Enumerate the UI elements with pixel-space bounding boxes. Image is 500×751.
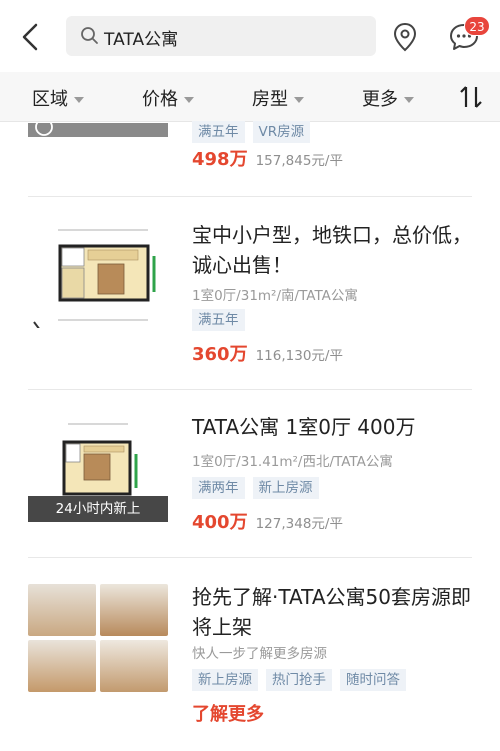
filter-bar: 区域 价格 房型 更多 <box>0 72 500 122</box>
unit-price: 127,348元/平 <box>255 516 343 532</box>
unit-price: 157,845元/平 <box>255 153 343 169</box>
chevron-down-icon <box>184 97 194 103</box>
listing-tags: 满五年 <box>192 309 253 331</box>
top-bar: TATA公寓 23 <box>0 0 500 72</box>
location-pin-icon[interactable] <box>392 22 418 52</box>
tag: VR房源 <box>252 121 311 143</box>
tag: 新上房源 <box>192 669 258 691</box>
listing-title: 宝中小户型，地铁口，总价低，诚心出售！ <box>192 223 472 277</box>
tag: 热门抢手 <box>266 669 332 691</box>
listing-card[interactable]: 24小时内新上 TATA公寓 1室0厅 400万 1室0厅/31.41m²/西北… <box>0 390 500 558</box>
filter-more-label: 更多 <box>362 89 398 110</box>
filter-room-type[interactable]: 房型 <box>252 85 304 111</box>
promo-photo-grid <box>28 584 168 692</box>
filter-area[interactable]: 区域 <box>32 85 84 111</box>
promo-photo <box>28 640 96 692</box>
sort-icon[interactable] <box>458 84 484 110</box>
listing-card[interactable]: 宝中小户型，地铁口，总价低，诚心出售！ 1室0厅/31m²/南/TATA公寓 满… <box>0 198 500 390</box>
listing-meta: 1室0厅/31m²/南/TATA公寓 <box>192 288 358 304</box>
new-listing-badge: 24小时内新上 <box>28 496 168 522</box>
search-text: TATA公寓 <box>104 30 179 50</box>
floor-plan-image <box>28 220 168 328</box>
listing-meta: 1室0厅/31.41m²/西北/TATA公寓 <box>192 454 393 470</box>
total-price: 400万 <box>192 512 248 533</box>
filter-area-label: 区域 <box>32 89 68 110</box>
filter-price-label: 价格 <box>142 89 178 110</box>
promo-subtitle: 快人一步了解更多房源 <box>192 646 327 662</box>
chevron-down-icon <box>74 97 84 103</box>
back-arrow-icon[interactable] <box>18 22 44 52</box>
listing-price: 400万 127,348元/平 <box>192 508 343 534</box>
total-price: 498万 <box>192 149 248 170</box>
vr-icon <box>35 123 53 136</box>
tag: 新上房源 <box>252 477 319 499</box>
total-price: 360万 <box>192 344 248 365</box>
listing-tags: 满两年 新上房源 <box>192 477 327 499</box>
promo-photo <box>100 584 168 636</box>
tag: 随时问答 <box>340 669 406 691</box>
filter-room-type-label: 房型 <box>252 89 288 110</box>
search-icon <box>81 27 98 44</box>
listing-tags: 满五年 VR房源 <box>192 121 318 143</box>
filter-price[interactable]: 价格 <box>142 85 194 111</box>
listing-price: 360万 116,130元/平 <box>192 340 343 366</box>
promo-photo <box>100 640 168 692</box>
listing-title: TATA公寓 1室0厅 400万 <box>192 415 416 439</box>
listing-card[interactable]: 满五年 VR房源 498万 157,845元/平 <box>0 121 500 197</box>
filter-more[interactable]: 更多 <box>362 85 414 111</box>
chevron-down-icon <box>404 97 414 103</box>
promo-tags: 新上房源 热门抢手 随时问答 <box>192 669 414 691</box>
chevron-down-icon <box>294 97 304 103</box>
notification-badge: 23 <box>464 16 490 36</box>
promo-photo <box>28 584 96 636</box>
floor-plan-drawing <box>33 229 156 328</box>
listing-photo <box>28 123 168 137</box>
tag: 满五年 <box>192 309 245 331</box>
listing-price: 498万 157,845元/平 <box>192 145 343 171</box>
tag: 满五年 <box>192 121 245 143</box>
search-input[interactable]: TATA公寓 <box>66 16 376 56</box>
tag: 满两年 <box>192 477 245 499</box>
floor-plan-image: 24小时内新上 <box>28 412 168 522</box>
promo-card[interactable]: 抢先了解·TATA公寓50套房源即将上架 快人一步了解更多房源 新上房源 热门抢手… <box>0 558 500 751</box>
promo-title: 抢先了解·TATA公寓50套房源即将上架 <box>192 585 471 639</box>
learn-more-link[interactable]: 了解更多 <box>192 700 264 726</box>
unit-price: 116,130元/平 <box>255 348 343 364</box>
divider <box>28 196 472 197</box>
